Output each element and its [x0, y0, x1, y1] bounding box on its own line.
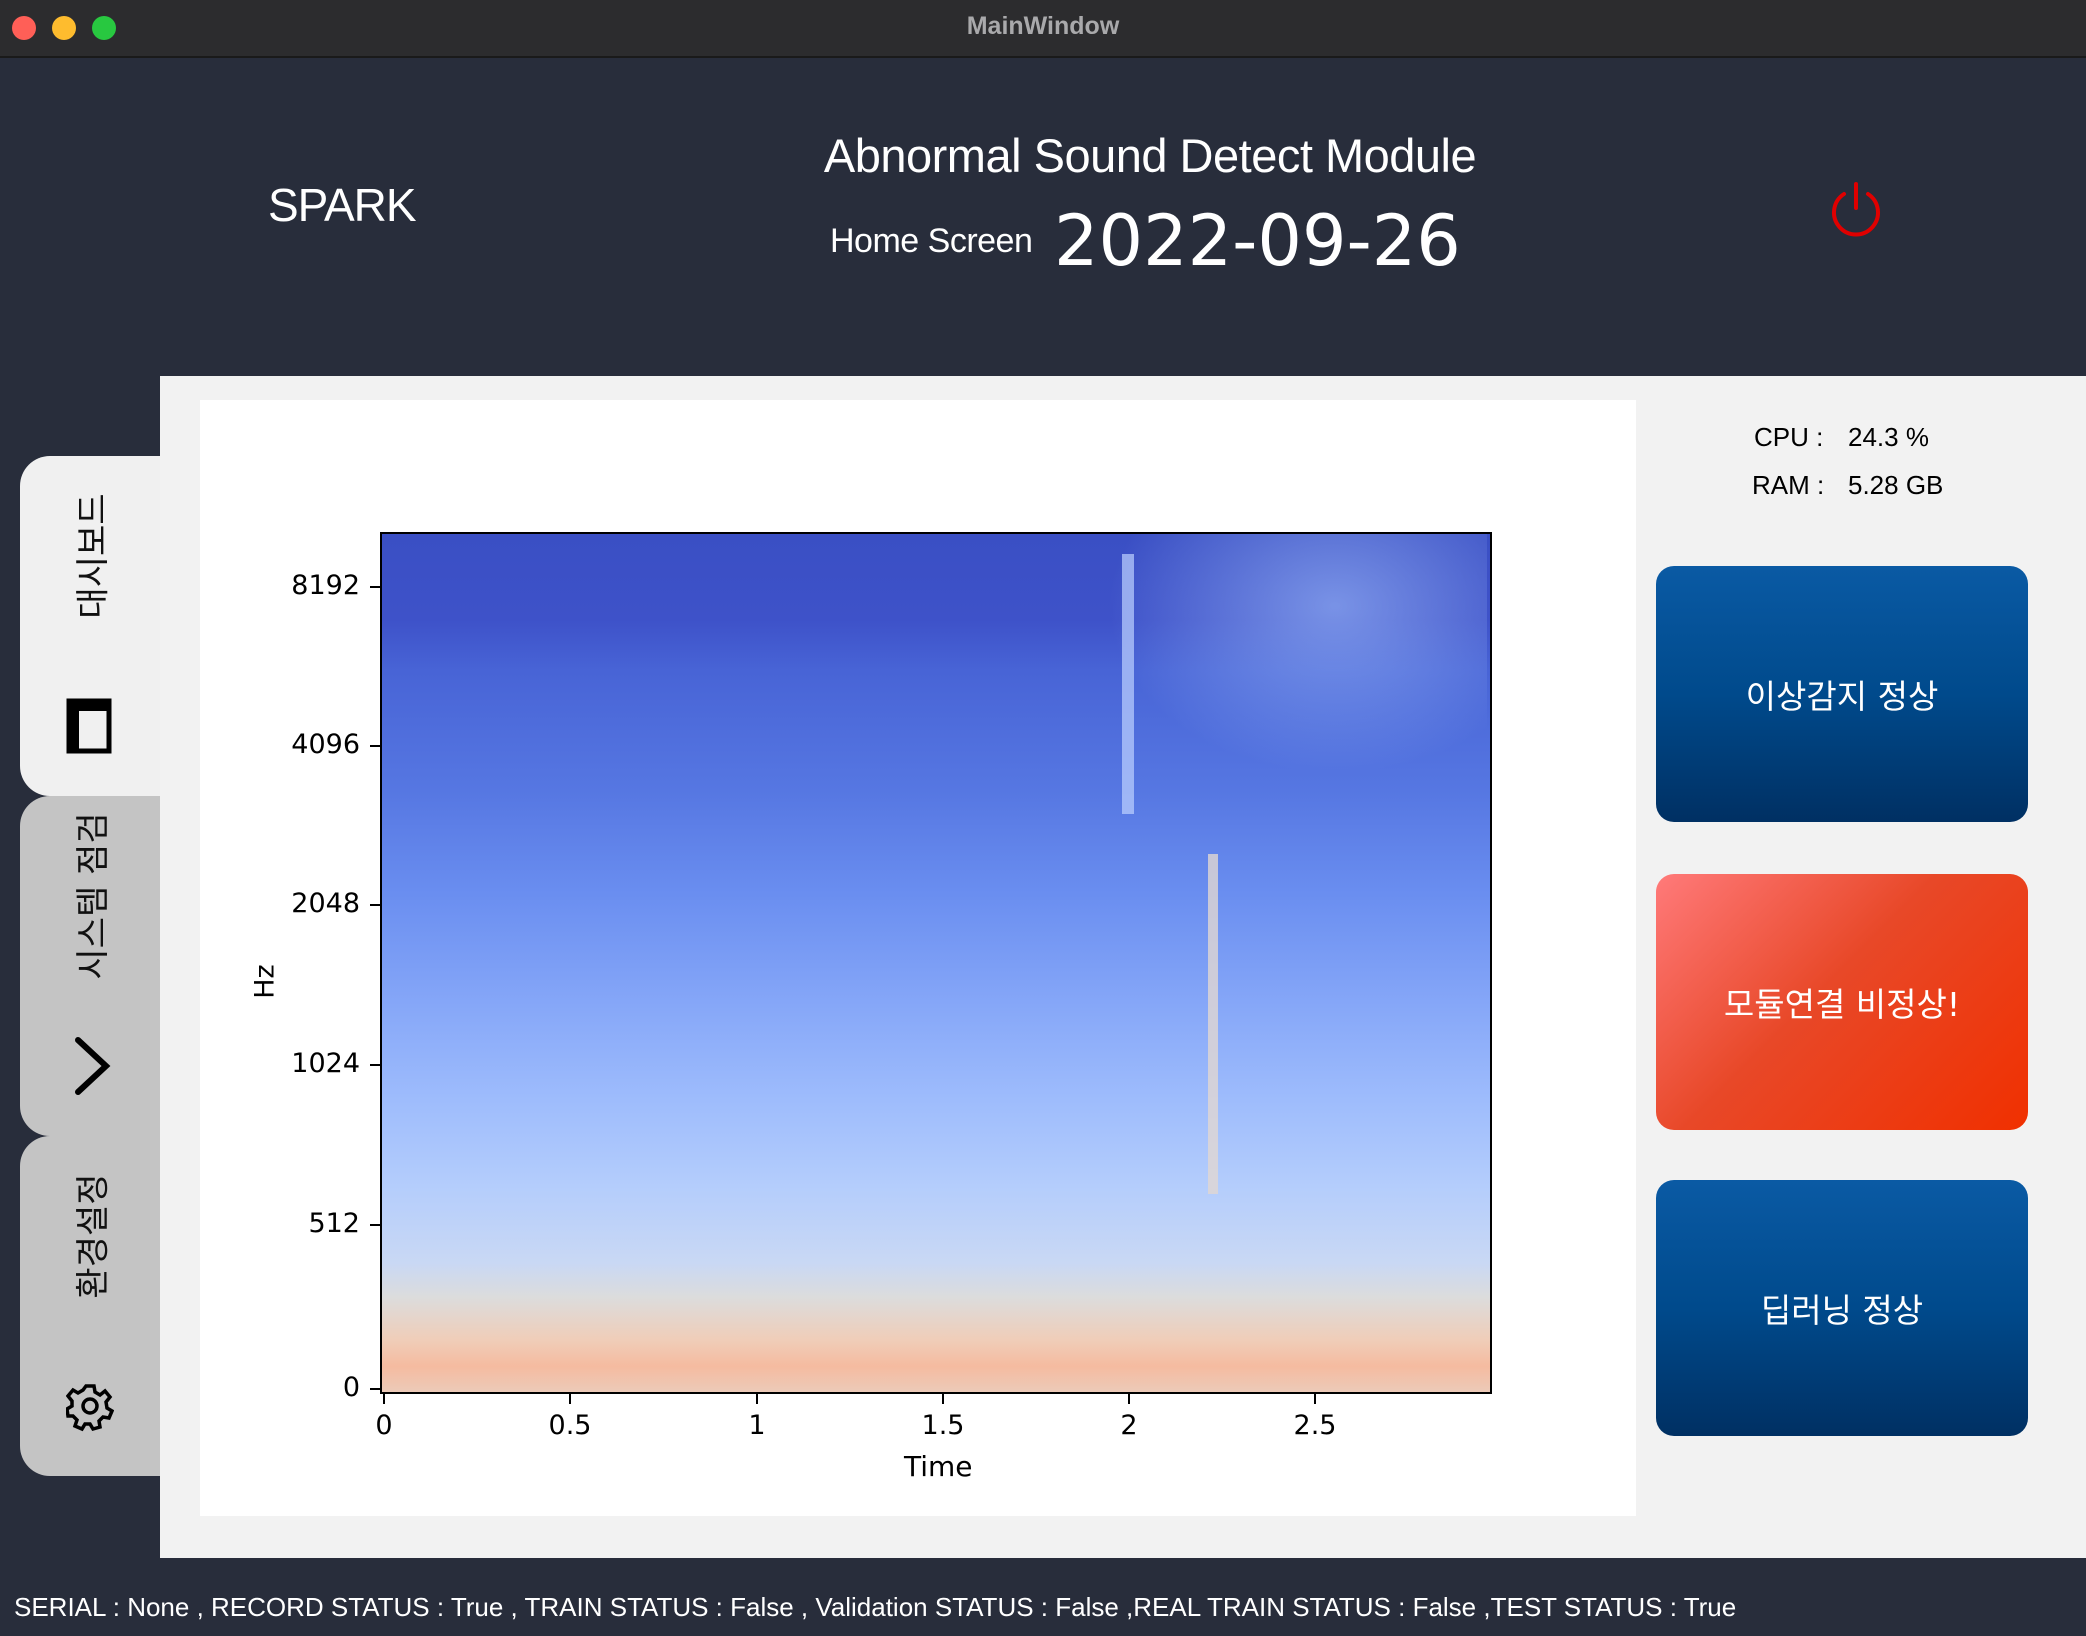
y-tick	[370, 1224, 380, 1226]
module-connection-status-button[interactable]: 모듈연결 비정상!	[1656, 874, 2028, 1130]
x-tick-label: 1.5	[921, 1410, 965, 1441]
dashboard-window-icon	[66, 698, 112, 754]
heatmap-highlight	[1107, 534, 1487, 774]
title-bar[interactable]: MainWindow	[0, 0, 2086, 58]
x-tick	[383, 1394, 385, 1404]
x-tick	[756, 1394, 758, 1404]
power-icon[interactable]	[1826, 180, 1886, 240]
anomaly-detect-status-label: 이상감지 정상	[1745, 677, 1939, 716]
y-axis-title: Hz	[249, 964, 281, 999]
spectrogram-heatmap	[380, 532, 1492, 1394]
cpu-label: CPU :	[1754, 422, 1824, 452]
date-display: 2022-09-26	[1054, 200, 1461, 282]
y-tick-label: 2048	[291, 888, 360, 919]
ram-value: 5.28 GB	[1848, 470, 1944, 500]
y-tick	[370, 904, 380, 906]
tab-settings-label: 환경설정	[73, 1173, 114, 1299]
tab-system-check[interactable]: 시스템 점검	[20, 796, 160, 1136]
gear-icon	[66, 1384, 114, 1432]
x-tick-label: 1	[748, 1410, 766, 1441]
y-tick	[370, 1064, 380, 1066]
x-tick-label: 0	[375, 1410, 393, 1441]
x-axis-title: Time	[904, 1450, 973, 1483]
deep-learning-status-label: 딥러닝 정상	[1760, 1291, 1924, 1330]
y-tick-label: 1024	[291, 1048, 360, 1079]
y-tick-label: 512	[308, 1208, 360, 1239]
x-tick	[569, 1394, 571, 1404]
module-connection-status-label: 모듈연결 비정상!	[1723, 985, 1961, 1024]
y-tick-label: 0	[342, 1372, 360, 1403]
y-tick-label: 8192	[291, 570, 360, 601]
chevron-right-icon	[75, 1037, 111, 1095]
x-tick	[942, 1394, 944, 1404]
tab-dashboard[interactable]: 대시보드	[20, 456, 160, 796]
deep-learning-status-button[interactable]: 딥러닝 정상	[1656, 1180, 2028, 1436]
heatmap-highlight	[1208, 854, 1218, 1194]
app-title: Abnormal Sound Detect Module	[823, 129, 1477, 182]
ram-label: RAM :	[1752, 470, 1825, 500]
x-tick-label: 2	[1120, 1410, 1138, 1441]
tab-settings[interactable]: 환경설정	[20, 1136, 160, 1476]
y-tick	[370, 586, 380, 588]
y-tick-label: 4096	[291, 729, 360, 760]
y-tick	[370, 1388, 380, 1390]
main-window: MainWindow SPARK Abnormal Sound Detect M…	[0, 0, 2086, 1636]
screen-name: Home Screen	[830, 222, 1033, 260]
x-tick-label: 0.5	[548, 1410, 592, 1441]
x-tick	[1128, 1394, 1130, 1404]
tab-system-check-label: 시스템 점검	[73, 812, 114, 980]
status-bar-text: SERIAL : None , RECORD STATUS : True , T…	[14, 1592, 1737, 1622]
window-title: MainWindow	[966, 12, 1120, 40]
heatmap-highlight	[1122, 554, 1134, 814]
tab-dashboard-label: 대시보드	[73, 493, 114, 619]
y-tick	[370, 745, 380, 747]
brand-label: SPARK	[268, 179, 417, 231]
x-tick-label: 2.5	[1293, 1410, 1337, 1441]
x-tick	[1314, 1394, 1316, 1404]
cpu-value: 24.3 %	[1848, 422, 1929, 452]
anomaly-detect-status-button[interactable]: 이상감지 정상	[1656, 566, 2028, 822]
